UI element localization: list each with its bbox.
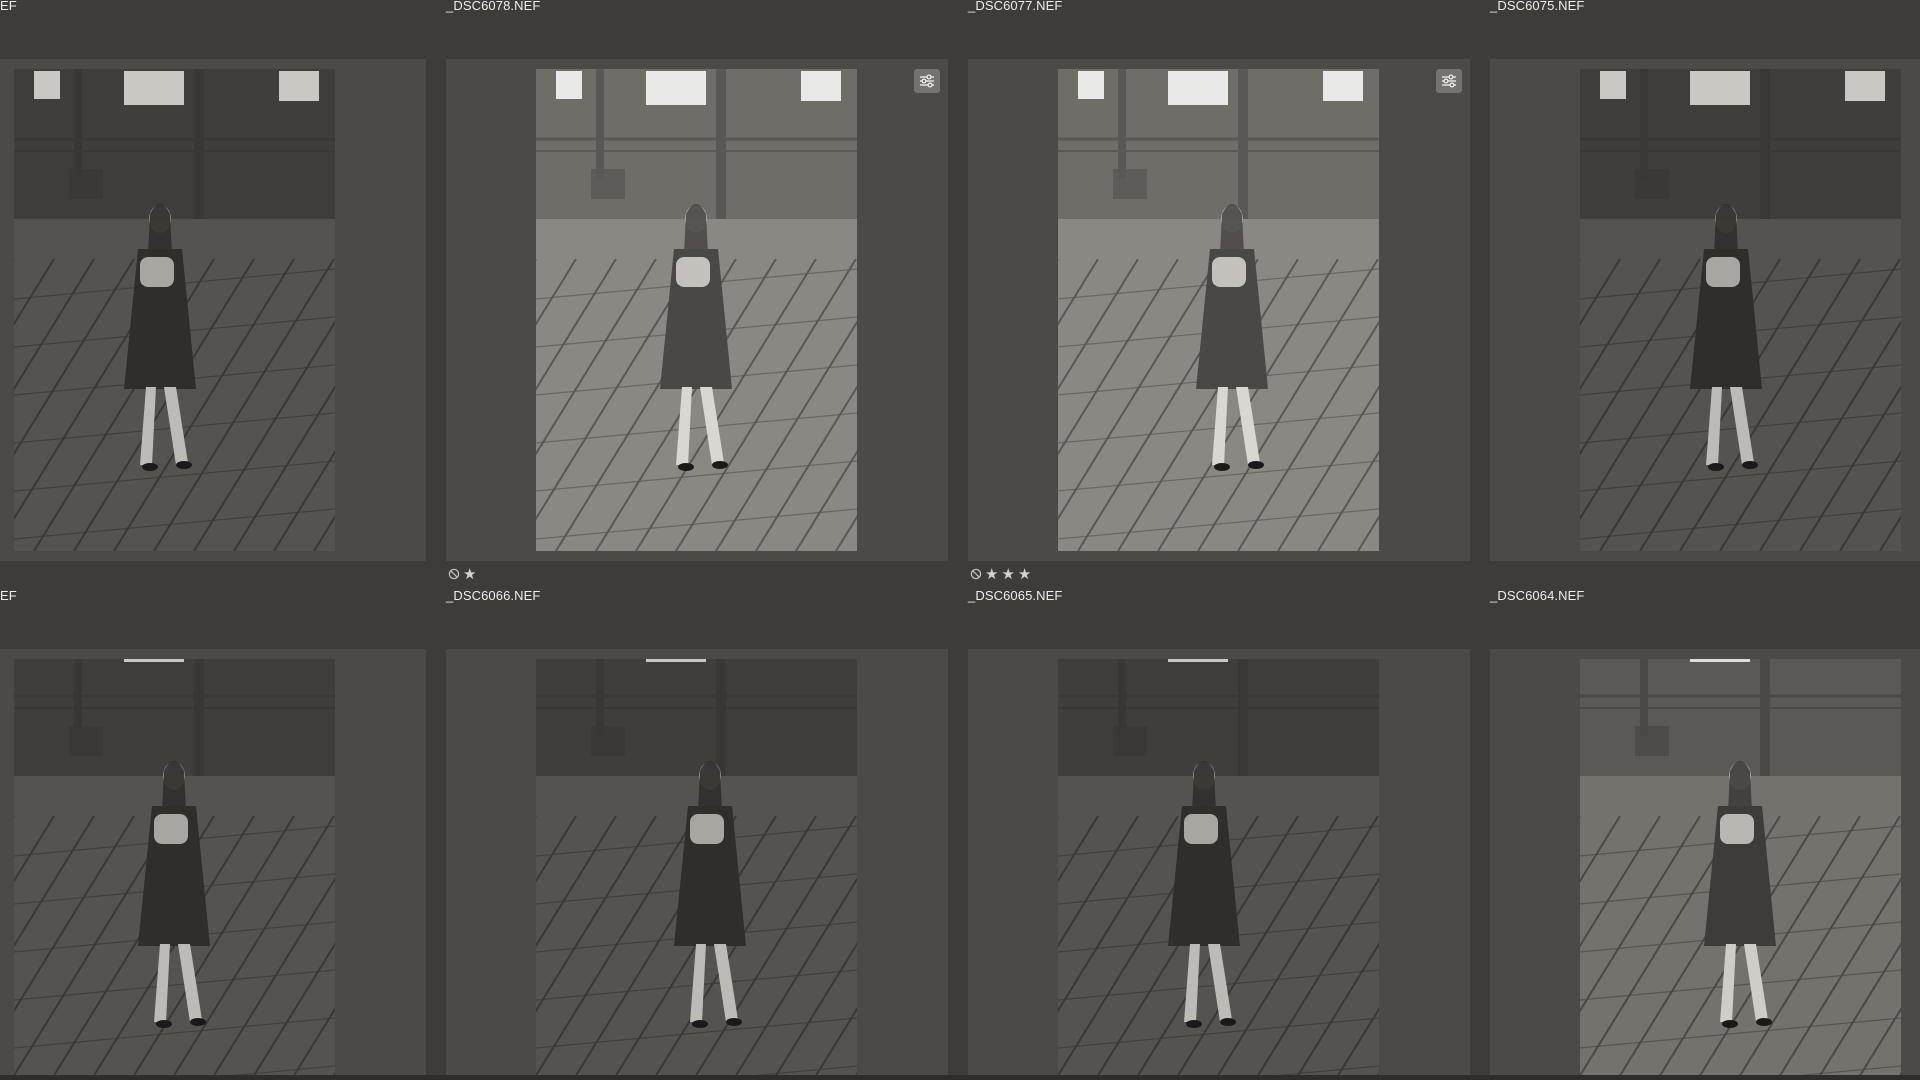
photo-thumbnail[interactable] [1058,69,1379,551]
rating-row: ★ ★ ★ [970,566,1031,582]
photo-thumbnail[interactable] [1058,659,1379,1075]
photo-filename: _DSC6077.NEF [968,0,1063,13]
photo-cell[interactable] [968,59,1470,561]
reject-flag-icon[interactable] [970,568,982,580]
photo-thumbnail[interactable] [14,69,335,551]
reject-flag-icon[interactable] [448,568,460,580]
star-icon[interactable]: ★ [463,566,476,582]
photo-thumbnail[interactable] [536,659,857,1075]
photo-cell[interactable] [968,649,1470,1075]
rating-row: ★ [448,566,476,582]
photo-thumbnail[interactable] [14,659,335,1075]
star-icon[interactable]: ★ [1001,566,1014,582]
photo-filename: EF [0,0,17,13]
photo-thumbnail[interactable] [536,69,857,551]
photo-thumbnail[interactable] [1580,69,1901,551]
adjustments-sliders-icon[interactable] [914,69,940,93]
photo-cell[interactable] [1490,59,1920,561]
photo-filename: _DSC6064.NEF [1490,588,1585,603]
photo-cell[interactable] [0,59,426,561]
photo-filename: _DSC6065.NEF [968,588,1063,603]
star-icon[interactable]: ★ [1018,566,1031,582]
photo-cell[interactable] [446,59,948,561]
photo-filename: _DSC6066.NEF [446,588,541,603]
photo-filename: _DSC6078.NEF [446,0,541,13]
photo-filename: EF [0,588,17,603]
photo-filename: _DSC6075.NEF [1490,0,1585,13]
photo-grid: EF _DSC6078.NEF _DSC6077.NEF _DSC6075.NE… [0,0,1920,1080]
adjustments-sliders-icon[interactable] [1436,69,1462,93]
grid-bottom-edge [0,1075,1920,1080]
photo-thumbnail[interactable] [1580,659,1901,1075]
photo-cell[interactable] [0,649,426,1075]
photo-cell[interactable] [446,649,948,1075]
star-icon[interactable]: ★ [985,566,998,582]
photo-cell[interactable] [1490,649,1920,1075]
